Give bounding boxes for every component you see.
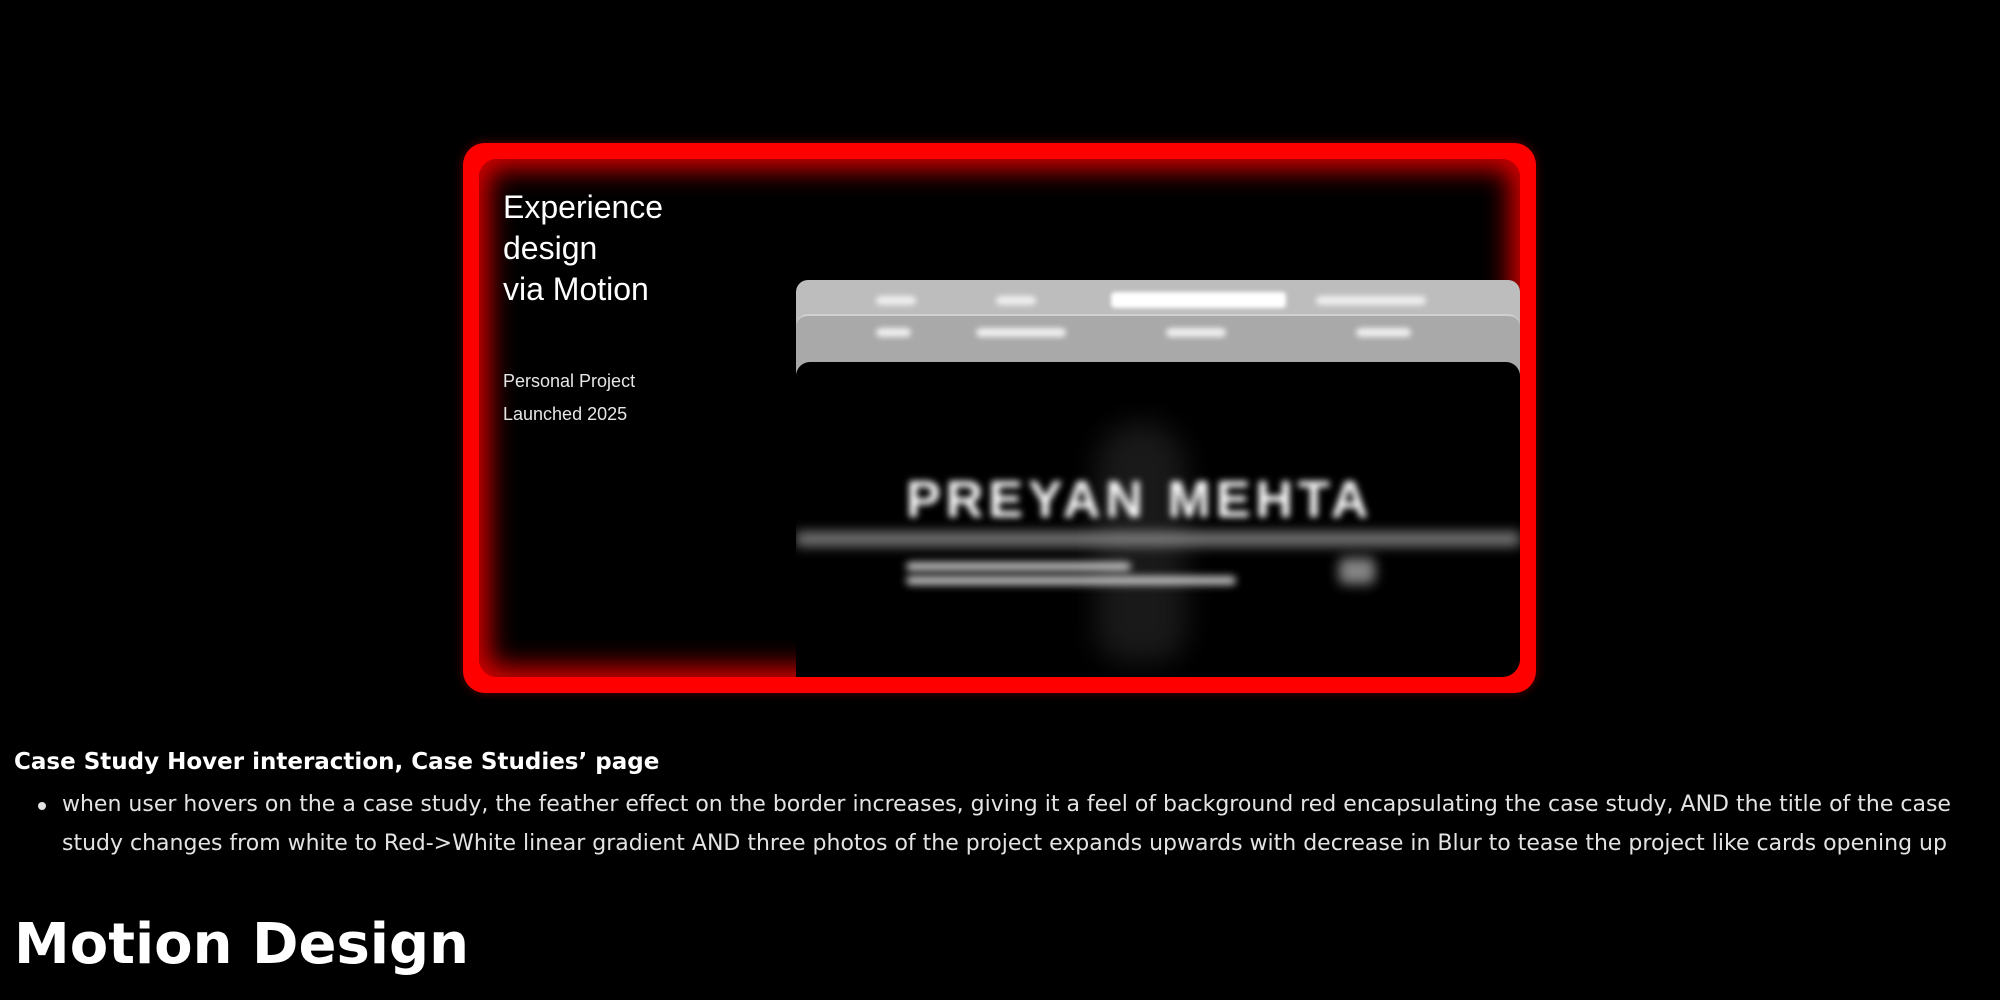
blurred-divider: [796, 532, 1520, 546]
interaction-heading: Case Study Hover interaction, Case Studi…: [14, 749, 660, 775]
project-preview-stack: PREYAN MEHTA: [796, 280, 1520, 677]
case-study-type: Personal Project: [503, 371, 636, 391]
blurred-nav-item: [976, 328, 1066, 337]
preview-photo-front: PREYAN MEHTA: [796, 362, 1520, 677]
blurred-text-line: [906, 562, 1131, 571]
blurred-nav-item: [1316, 296, 1426, 305]
case-study-launch: Launched 2025: [503, 404, 628, 424]
list-item: when user hovers on the a case study, th…: [14, 785, 1984, 863]
blurred-nav-item: [876, 296, 916, 305]
case-study-title: Experience design via Motion: [503, 189, 664, 307]
preview-name-text: PREYAN MEHTA: [906, 471, 1374, 529]
case-study-card[interactable]: Experience design via Motion Personal Pr…: [463, 143, 1536, 693]
blurred-nav-item: [1356, 328, 1411, 337]
blurred-text-line: [906, 576, 1236, 585]
blurred-nav-item: [1166, 328, 1226, 337]
blurred-nav-item-active: [1111, 292, 1286, 308]
blurred-nav-item: [996, 296, 1036, 305]
section-title: Motion Design: [14, 912, 469, 977]
case-study-meta: Personal Project Launched 2025: [503, 365, 635, 431]
blurred-logo-mark: [1339, 558, 1375, 584]
interaction-description-list: when user hovers on the a case study, th…: [14, 785, 1984, 863]
case-study-card-inner: Experience design via Motion Personal Pr…: [479, 159, 1520, 677]
blurred-nav-item: [876, 328, 911, 337]
list-item-text: when user hovers on the a case study, th…: [62, 792, 1951, 856]
bullet-icon: [38, 802, 46, 810]
